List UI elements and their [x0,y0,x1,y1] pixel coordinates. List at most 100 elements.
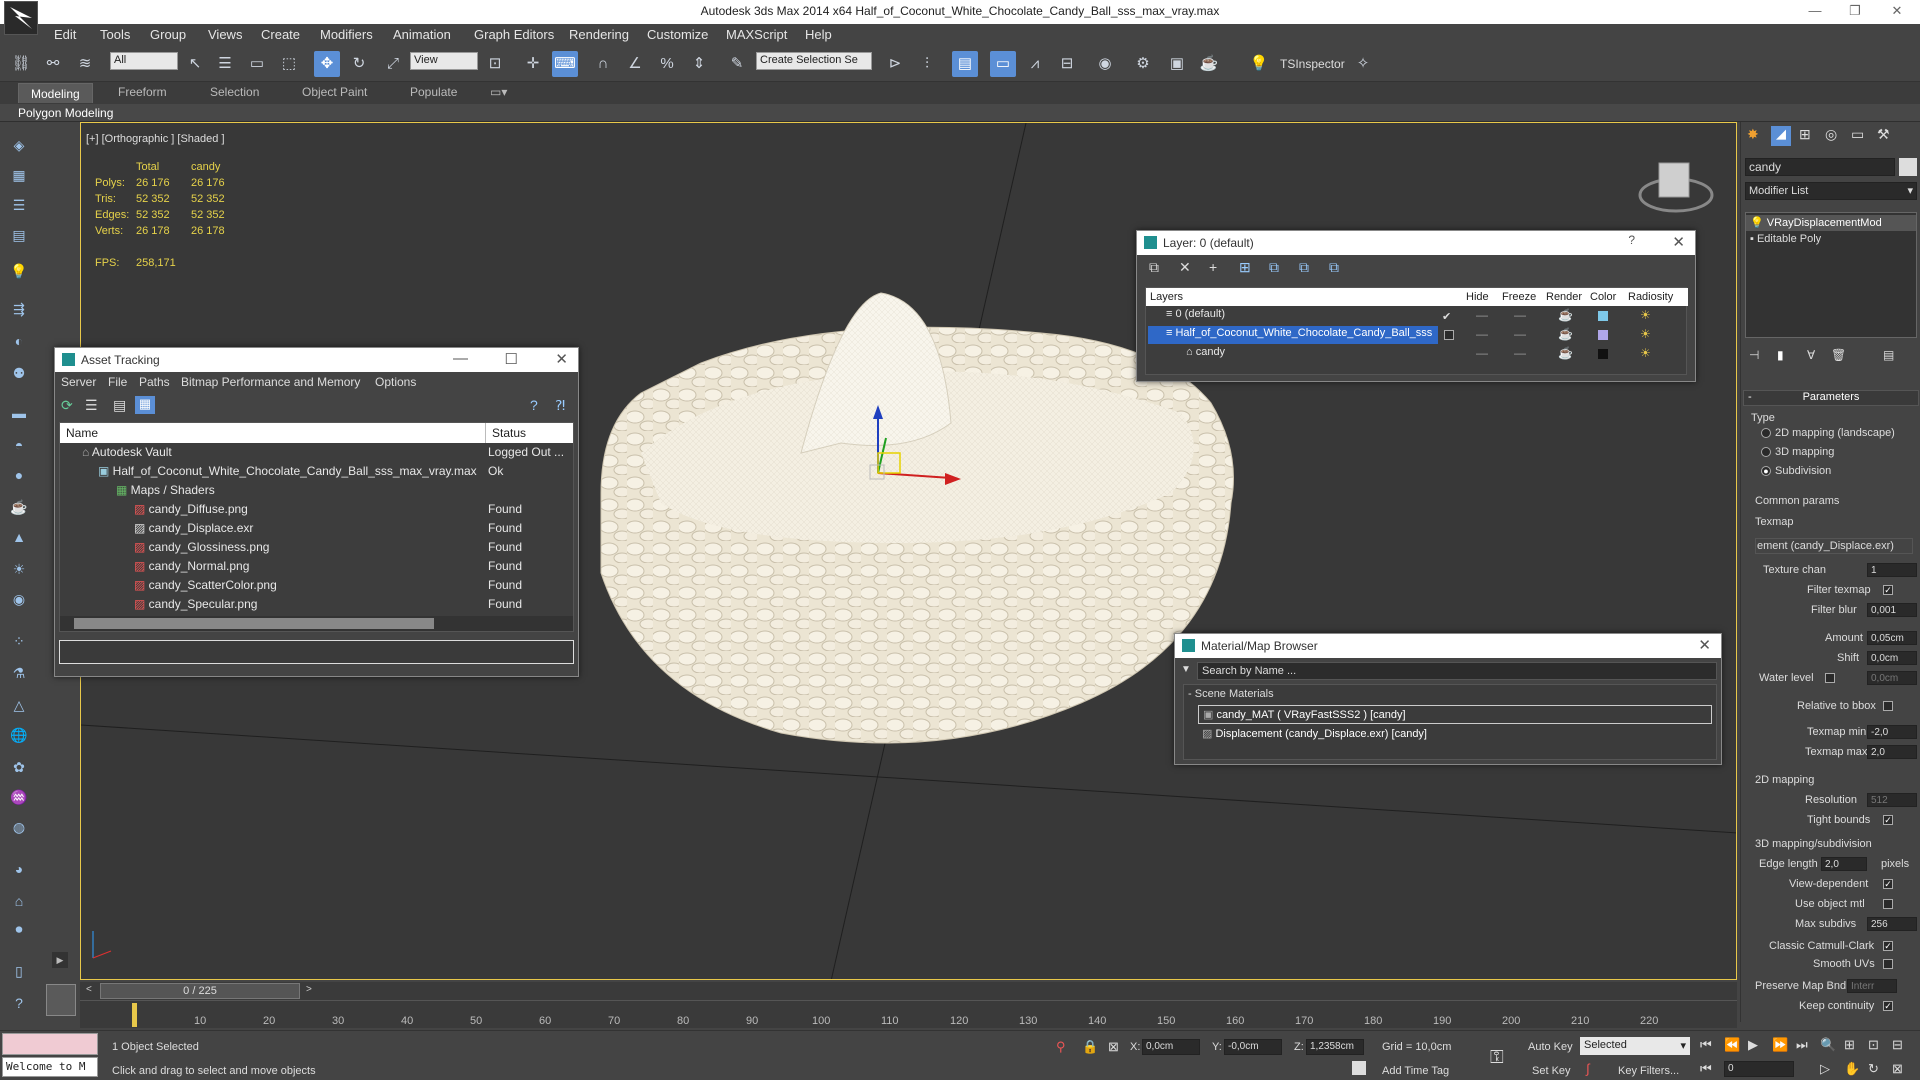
keyboard-shortcut-icon[interactable]: ⌨ [552,51,578,77]
orbit-icon[interactable]: ↻ [1868,1061,1879,1077]
sun-icon[interactable]: ☀ [8,558,30,580]
mini-listener-icon[interactable] [46,984,76,1016]
angle-snap-icon[interactable]: ∠ [622,51,648,77]
radio-2d-mapping-label[interactable]: 2D mapping (landscape) [1775,427,1895,439]
list-icon[interactable]: ☰ [8,194,30,216]
smooth-uvs-checkbox[interactable] [1883,959,1893,969]
link-icon[interactable]: ⛓ [8,51,34,77]
selection-filter-dropdown[interactable]: All [110,52,178,70]
list-item[interactable]: ▨ candy_Glossiness.png [134,540,269,559]
display-tab-icon[interactable]: ▭ [1851,126,1864,143]
restore-icon[interactable]: ❐ [1840,3,1870,19]
horizontal-scrollbar[interactable] [60,616,573,631]
hide-toggle-icon[interactable]: — [1476,327,1488,341]
next-key-icon[interactable]: ⏩ [1772,1037,1788,1053]
make-unique-icon[interactable]: ∀ [1807,348,1815,362]
object-color-swatch[interactable] [1899,158,1917,176]
edit-named-sets-icon[interactable]: ✎ [724,51,750,77]
help-icon[interactable]: ? [530,397,538,413]
maximize-viewport-icon[interactable]: ⊠ [1892,1061,1903,1077]
teapot-icon[interactable]: ☕ [8,496,30,518]
triangle-icon[interactable]: △ [8,694,30,716]
relative-bbox-checkbox[interactable] [1883,701,1893,711]
close-icon[interactable]: ✕ [1698,636,1711,654]
lock-selection-icon[interactable]: 🔒 [1082,1039,1098,1055]
people-icon[interactable]: ⚉ [8,362,30,384]
ribbon-options-icon[interactable]: ▭▾ [490,85,507,99]
render-toggle-icon[interactable]: ☕ [1558,346,1573,360]
texture-chan-spinner[interactable]: 1 [1867,563,1917,577]
isolate-icon[interactable]: ⚲ [1056,1039,1066,1055]
snap-toggle-icon[interactable]: ∩ [590,51,616,77]
asset-menu-file[interactable]: File [108,375,127,389]
current-frame-field[interactable]: 0 [1724,1061,1794,1077]
help-icon[interactable]: ? [8,992,30,1014]
list-item[interactable]: ▨ candy_Displace.exr [134,521,253,540]
ts-inspector-icon[interactable]: 💡 [1246,51,1272,77]
radiosity-icon[interactable]: ☀ [1640,346,1651,360]
hide-all-icon[interactable]: ⧉ [1299,259,1309,276]
zoom-all-icon[interactable]: ⊞ [1844,1037,1855,1053]
menu-tools[interactable]: Tools [100,27,130,42]
help-icon[interactable]: ? [1628,233,1635,247]
transform-icon[interactable]: ⇶ [8,298,30,320]
col-status-header[interactable]: Status [485,423,573,443]
render-setup-icon[interactable]: ⚙ [1130,51,1156,77]
new-layer-icon[interactable]: ⧉ [1149,259,1159,276]
filter-texmap-checkbox[interactable]: ✓ [1883,585,1893,595]
radio-2d-mapping[interactable] [1761,428,1771,438]
remove-modifier-icon[interactable]: 🗑 [1831,348,1846,362]
list-item[interactable]: ▨ candy_Diffuse.png [134,502,248,521]
box-icon[interactable]: ▬ [8,402,30,424]
minimize-icon[interactable]: — [453,350,468,367]
create-tab-icon[interactable]: ✸ [1747,126,1759,143]
window-crossing-icon[interactable]: ⬚ [276,51,302,77]
list-item[interactable]: ▨ candy_Normal.png [134,559,249,578]
camera-icon[interactable]: ⌂ [8,890,30,912]
tab-selection[interactable]: Selection [210,85,259,99]
texmap-min-spinner[interactable]: -2,0 [1867,725,1917,739]
zoom-icon[interactable]: 🔍 [1820,1037,1836,1053]
close-icon[interactable]: ✕ [1882,3,1912,19]
tab-freeform[interactable]: Freeform [118,85,167,99]
select-object-icon[interactable]: ↖ [182,51,208,77]
catmull-clark-checkbox[interactable]: ✓ [1883,941,1893,951]
modify-tab-icon[interactable]: ◢ [1771,126,1791,146]
x-coordinate-field[interactable]: 0,0cm [1142,1039,1200,1055]
search-input[interactable]: Search by Name ... [1197,662,1717,680]
polygon-modeling-label[interactable]: Polygon Modeling [18,106,113,120]
ribbon-toggle-icon[interactable]: ▭ [990,51,1016,77]
mirror-icon[interactable]: ⊳ [882,51,908,77]
expand-toolbar-icon[interactable]: ▶ [52,952,68,968]
plugin-icon[interactable]: ✧ [1350,51,1376,77]
use-object-mtl-checkbox[interactable] [1883,899,1893,909]
goto-end-icon[interactable]: ⏭ [1796,1037,1808,1053]
layer-color-swatch[interactable] [1598,330,1608,340]
radiosity-icon[interactable]: ☀ [1640,308,1651,322]
menu-animation[interactable]: Animation [393,27,451,42]
texmap-max-spinner[interactable]: 2,0 [1867,745,1917,759]
stack-item-editable-poly[interactable]: ▪ Editable Poly [1746,232,1916,248]
asset-path-field[interactable] [59,640,574,664]
amount-spinner[interactable]: 0,05cm [1867,631,1917,645]
key-filters-button[interactable]: Key Filters... [1618,1065,1679,1077]
radio-3d-mapping[interactable] [1761,447,1771,457]
delete-layer-icon[interactable]: ✕ [1179,259,1191,276]
material-item-displacement[interactable]: ▨ Displacement (candy_Displace.exr) [can… [1198,725,1712,744]
view-dependent-checkbox[interactable]: ✓ [1883,879,1893,889]
asset-menu-paths[interactable]: Paths [139,375,170,389]
max-subdivs-spinner[interactable]: 256 [1867,917,1917,931]
context-help-icon[interactable]: ⁈ [555,397,565,414]
close-icon[interactable]: ✕ [1672,233,1685,251]
reference-coord-dropdown[interactable]: View [410,52,478,70]
select-scale-icon[interactable]: ⤢ [380,51,406,77]
close-icon[interactable]: ✕ [555,350,568,368]
asset-menu-bitmap[interactable]: Bitmap Performance and Memory [181,375,360,389]
menu-help[interactable]: Help [805,27,832,42]
resolution-spinner[interactable]: 512 [1867,793,1917,807]
menu-customize[interactable]: Customize [647,27,708,42]
scene-materials-header[interactable]: - Scene Materials [1188,688,1274,700]
highlight-layer-icon[interactable]: ⧉ [1269,259,1279,276]
scene-explorer-icon[interactable]: ◈ [8,134,30,156]
pan-icon[interactable]: ✋ [1844,1061,1860,1077]
